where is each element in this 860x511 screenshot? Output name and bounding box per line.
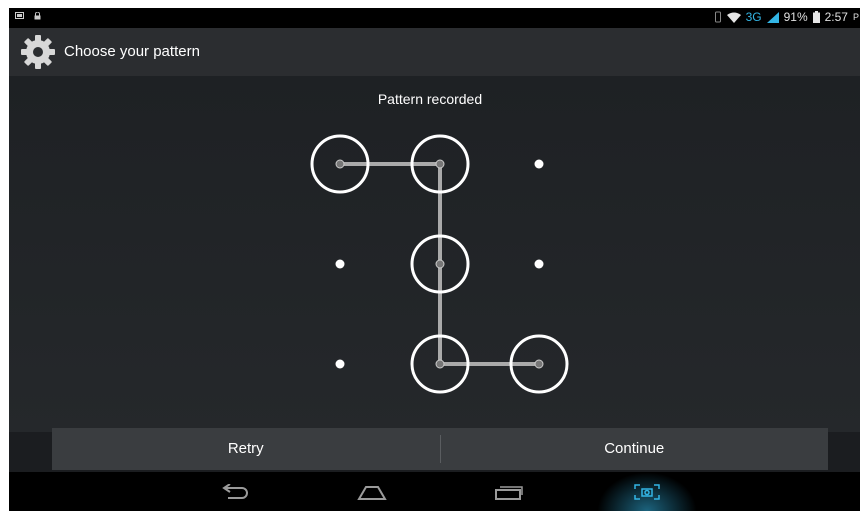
button-bar: Retry Continue	[52, 428, 828, 470]
device-screen: 3G 91% 2:57 P Choose your pattern Patter…	[9, 8, 860, 511]
back-icon	[222, 483, 248, 499]
pattern-node-7[interactable]	[335, 359, 345, 369]
recent-apps-button[interactable]	[479, 472, 539, 511]
screenshot-icon	[15, 12, 24, 19]
page-title: Choose your pattern	[64, 43, 200, 60]
pattern-node-dot	[335, 259, 345, 269]
pattern-node-center	[435, 259, 445, 269]
pattern-grid[interactable]	[9, 76, 860, 432]
screenshot-capture-icon	[634, 483, 660, 500]
status-bar: 3G 91% 2:57 P	[9, 8, 860, 28]
battery-percent: 91%	[783, 10, 808, 24]
pattern-node-3[interactable]	[534, 159, 544, 169]
lock-icon	[34, 12, 41, 20]
pattern-node-center	[435, 159, 445, 169]
pattern-node-center	[335, 159, 345, 169]
navigation-bar	[9, 472, 860, 511]
screenshot-capture-button[interactable]	[617, 472, 677, 511]
continue-button[interactable]: Continue	[441, 428, 829, 470]
recent-apps-icon	[495, 485, 523, 500]
status-right: 3G 91% 2:57 P	[714, 10, 860, 24]
signal-icon	[766, 11, 779, 23]
pattern-node-center	[534, 359, 544, 369]
action-bar: Choose your pattern	[9, 28, 860, 76]
home-icon	[357, 485, 387, 500]
home-button[interactable]	[342, 472, 402, 511]
network-type-label: 3G	[745, 10, 762, 24]
pattern-node-6[interactable]	[534, 259, 544, 269]
clock-time: 2:57	[824, 10, 848, 24]
pattern-node-dot	[534, 259, 544, 269]
pattern-node-4[interactable]	[335, 259, 345, 269]
wifi-icon	[726, 12, 741, 23]
battery-icon	[812, 11, 820, 23]
pattern-node-dot	[534, 159, 544, 169]
clock-suffix: P	[852, 12, 859, 22]
vibrate-icon	[714, 11, 721, 23]
pattern-content: Pattern recorded	[9, 76, 860, 432]
pattern-node-dot	[335, 359, 345, 369]
pattern-node-center	[435, 359, 445, 369]
retry-button[interactable]: Retry	[52, 428, 440, 470]
back-button[interactable]	[205, 472, 265, 511]
status-left	[15, 12, 41, 20]
settings-gear-icon[interactable]	[20, 34, 56, 70]
